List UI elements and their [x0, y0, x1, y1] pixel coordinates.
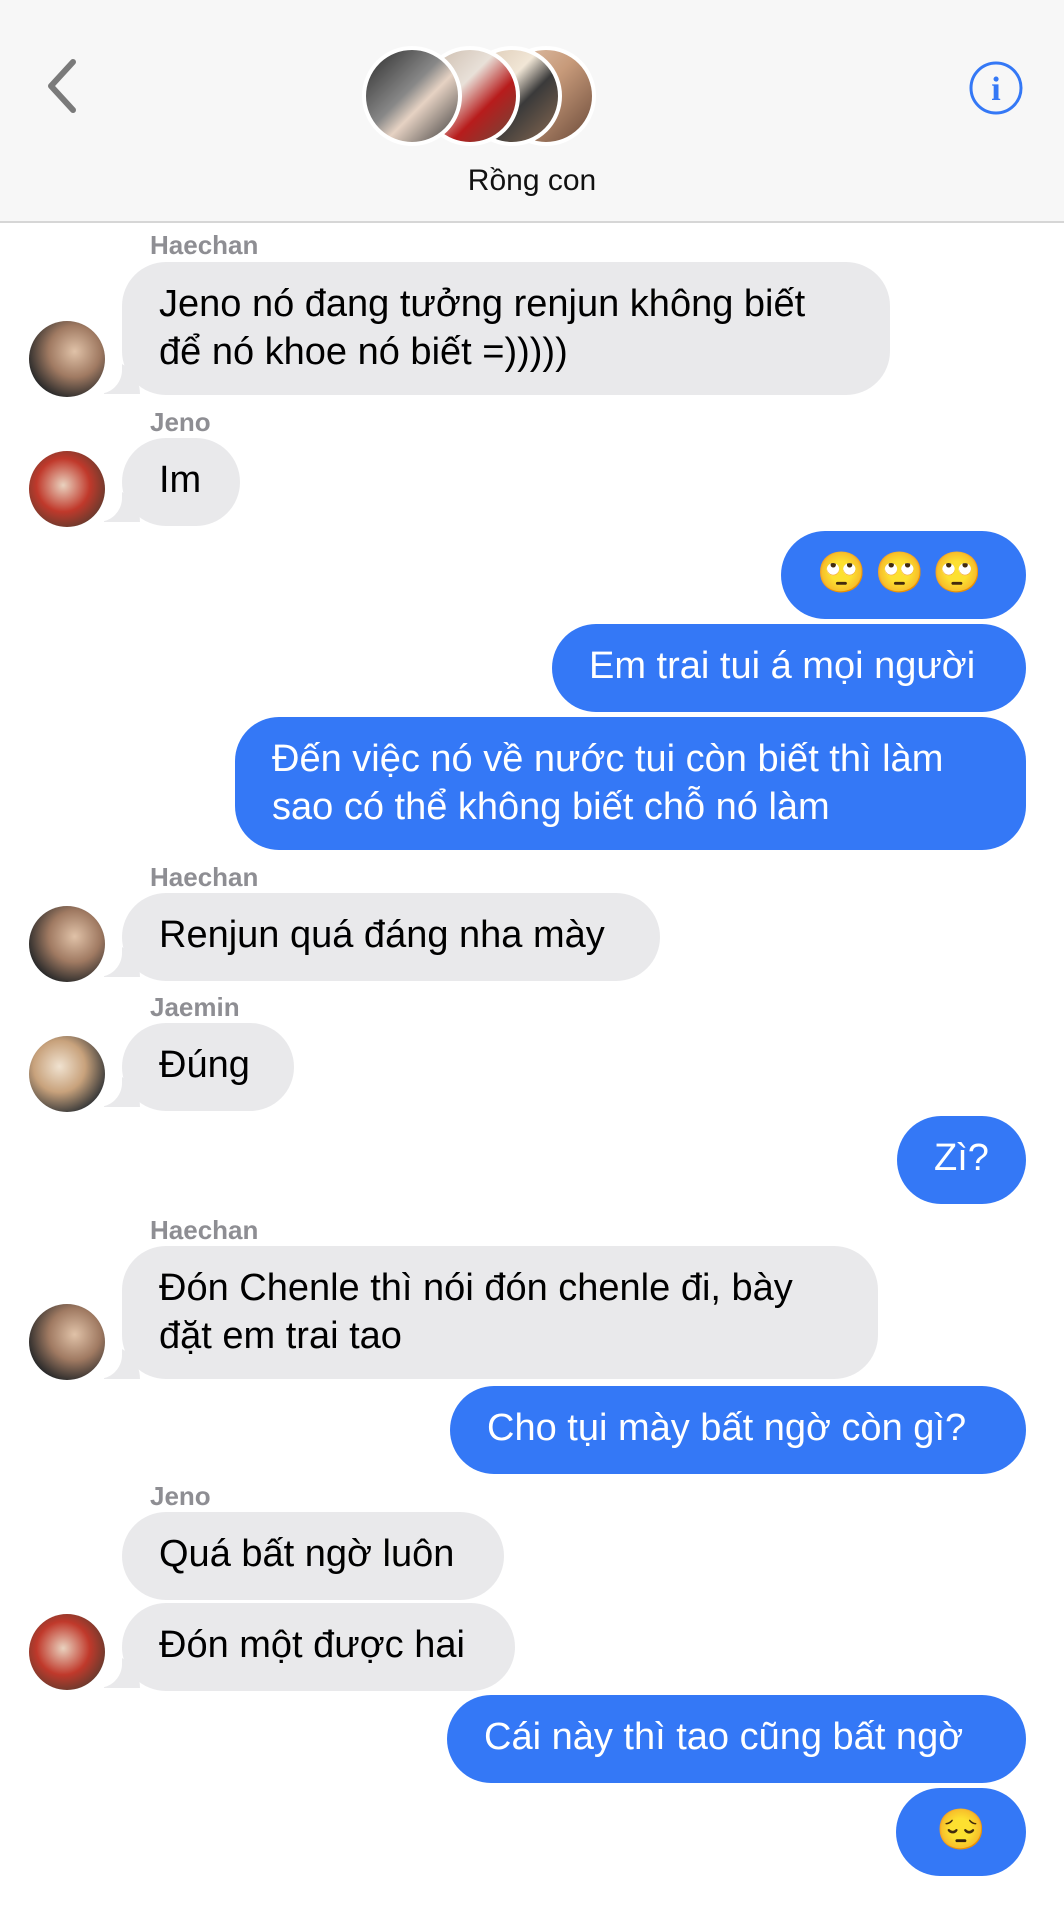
- chevron-left-icon: [48, 59, 76, 113]
- sender-name: Haechan: [150, 862, 259, 892]
- back-button[interactable]: [40, 56, 84, 116]
- message-bubble[interactable]: Jeno nó đang tưởng renjun không biết để …: [122, 262, 890, 395]
- avatar[interactable]: [29, 1036, 105, 1112]
- sender-name: Jaemin: [150, 992, 240, 1022]
- sender-name: Jeno: [150, 1481, 211, 1511]
- group-avatar-stack[interactable]: [362, 46, 602, 152]
- message-bubble[interactable]: Renjun quá đáng nha mày: [122, 893, 660, 981]
- sender-name: Haechan: [150, 230, 259, 260]
- message-bubble[interactable]: 🙄🙄🙄: [781, 531, 1026, 619]
- info-button[interactable]: i: [968, 60, 1024, 116]
- avatar[interactable]: [29, 1614, 105, 1690]
- message-bubble[interactable]: Cái này thì tao cũng bất ngờ: [447, 1695, 1026, 1783]
- sender-name: Haechan: [150, 1215, 259, 1245]
- avatar[interactable]: [29, 1304, 105, 1380]
- message-bubble[interactable]: Đúng: [122, 1023, 294, 1111]
- message-bubble[interactable]: 😔: [896, 1788, 1026, 1876]
- message-bubble[interactable]: Đến việc nó về nước tui còn biết thì làm…: [235, 717, 1026, 850]
- message-bubble[interactable]: Zì?: [897, 1116, 1026, 1204]
- message-bubble[interactable]: Im: [122, 438, 240, 526]
- message-bubble[interactable]: Em trai tui á mọi người: [552, 624, 1026, 712]
- avatar[interactable]: [29, 451, 105, 527]
- group-name[interactable]: Rồng con: [0, 164, 1064, 198]
- sender-name: Jeno: [150, 407, 211, 437]
- message-bubble[interactable]: Đón một được hai: [122, 1603, 515, 1691]
- member-avatar: [362, 46, 462, 146]
- info-icon: i: [969, 61, 1023, 115]
- message-bubble[interactable]: Cho tụi mày bất ngờ còn gì?: [450, 1386, 1026, 1474]
- message-bubble[interactable]: Quá bất ngờ luôn: [122, 1512, 504, 1600]
- message-bubble[interactable]: Đón Chenle thì nói đón chenle đi, bày đặ…: [122, 1246, 878, 1379]
- avatar[interactable]: [29, 321, 105, 397]
- chat-header: Rồng con i: [0, 0, 1064, 223]
- avatar[interactable]: [29, 906, 105, 982]
- svg-text:i: i: [991, 71, 1000, 108]
